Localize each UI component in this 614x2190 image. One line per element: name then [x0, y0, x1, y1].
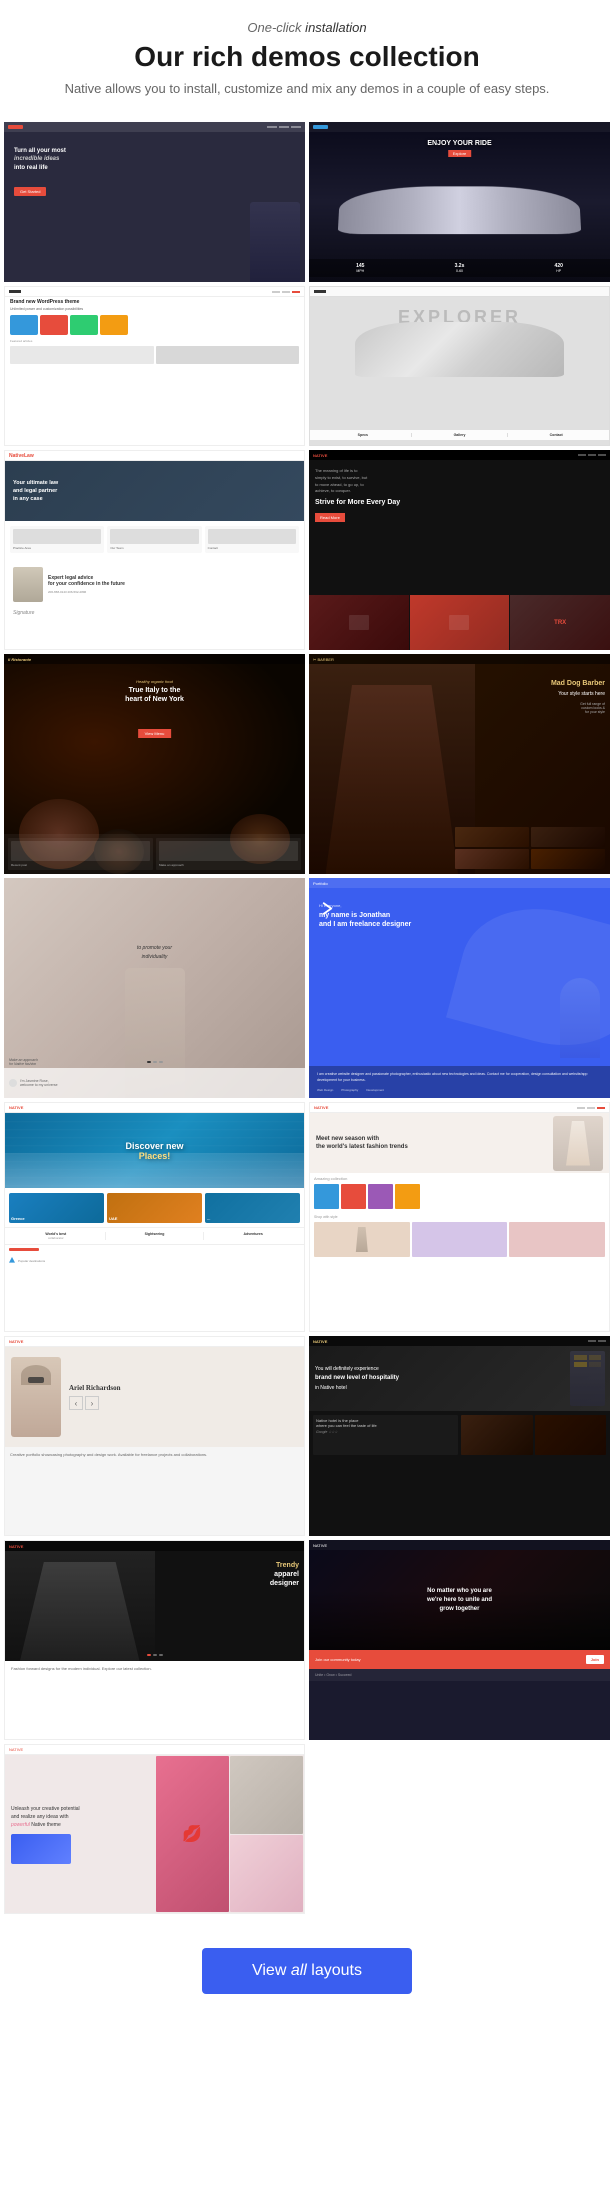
demo-item-15[interactable]: NATIVE Trendyappareldesigner: [4, 1540, 305, 1740]
subtitle-normal: installation: [302, 20, 367, 35]
header-subtitle: One-click installation: [20, 20, 594, 35]
demo-row-5: NATIVE to promote yourindividuality I'm …: [4, 878, 610, 1098]
page-description: Native allows you to install, customize …: [20, 81, 594, 96]
button-prefix: View: [252, 1962, 286, 1979]
demos-grid: Turn all your mostincredible ideasinto r…: [0, 122, 614, 1914]
demo-row-7: NATIVE Ariel Richardson ‹ ›: [4, 1336, 610, 1536]
demo-row-2: Brand new WordPress theme Unlimited powe…: [4, 286, 610, 446]
demo-row-9: NATIVE Unleash your creative potentialan…: [4, 1744, 610, 1914]
footer: View all layouts: [0, 1918, 614, 2024]
demo-item-1[interactable]: Turn all your mostincredible ideasinto r…: [4, 122, 305, 282]
demo-row-1: Turn all your mostincredible ideasinto r…: [4, 122, 610, 282]
demo-item-8[interactable]: ✂ BARBER Mad Dog Barber Your style start…: [309, 654, 610, 874]
demo-item-2[interactable]: ENJOY YOUR RIDE Explore 145MPH 3.2s0-60 …: [309, 122, 610, 282]
demo-item-5[interactable]: NativeLaw Your ultimate lawand legal par…: [4, 450, 305, 650]
demo-row-8: NATIVE Trendyappareldesigner: [4, 1540, 610, 1740]
demo-item-17[interactable]: NATIVE Unleash your creative potentialan…: [4, 1744, 305, 1914]
demo-item-10[interactable]: Portfolio Hi everyone, my name is Jonath…: [309, 878, 610, 1098]
button-italic: all: [291, 1962, 307, 1979]
demo-item-13[interactable]: NATIVE Ariel Richardson ‹ ›: [4, 1336, 305, 1536]
page-title: Our rich demos collection: [20, 41, 594, 73]
demo-item-3[interactable]: Brand new WordPress theme Unlimited powe…: [4, 286, 305, 446]
demo-item-9[interactable]: NATIVE to promote yourindividuality I'm …: [4, 878, 305, 1098]
demo-row-6: NATIVE Discover newPlaces! Greece U: [4, 1102, 610, 1332]
button-suffix: layouts: [311, 1962, 362, 1979]
demo-item-16[interactable]: NATIVE No matter who you arewe're here t…: [309, 1540, 610, 1740]
demo-row-4: Il Ristorante Healthy organic food True …: [4, 654, 610, 874]
subtitle-italic: One-click: [247, 20, 301, 35]
demo-item-11[interactable]: NATIVE Discover newPlaces! Greece U: [4, 1102, 305, 1332]
view-all-layouts-button[interactable]: View all layouts: [202, 1948, 412, 1994]
page-header: One-click installation Our rich demos co…: [0, 0, 614, 122]
demo-row-3: NativeLaw Your ultimate lawand legal par…: [4, 450, 610, 650]
demo-item-6[interactable]: NATIVE The meaning of life is tosimply t…: [309, 450, 610, 650]
demo-item-4[interactable]: EXPLORER Specs Gallery Contact: [309, 286, 610, 446]
demo-item-12[interactable]: NATIVE Meet new season withthe world's l…: [309, 1102, 610, 1332]
demo-item-7[interactable]: Il Ristorante Healthy organic food True …: [4, 654, 305, 874]
demo-item-14[interactable]: NATIVE You will definitely experiencebra…: [309, 1336, 610, 1536]
